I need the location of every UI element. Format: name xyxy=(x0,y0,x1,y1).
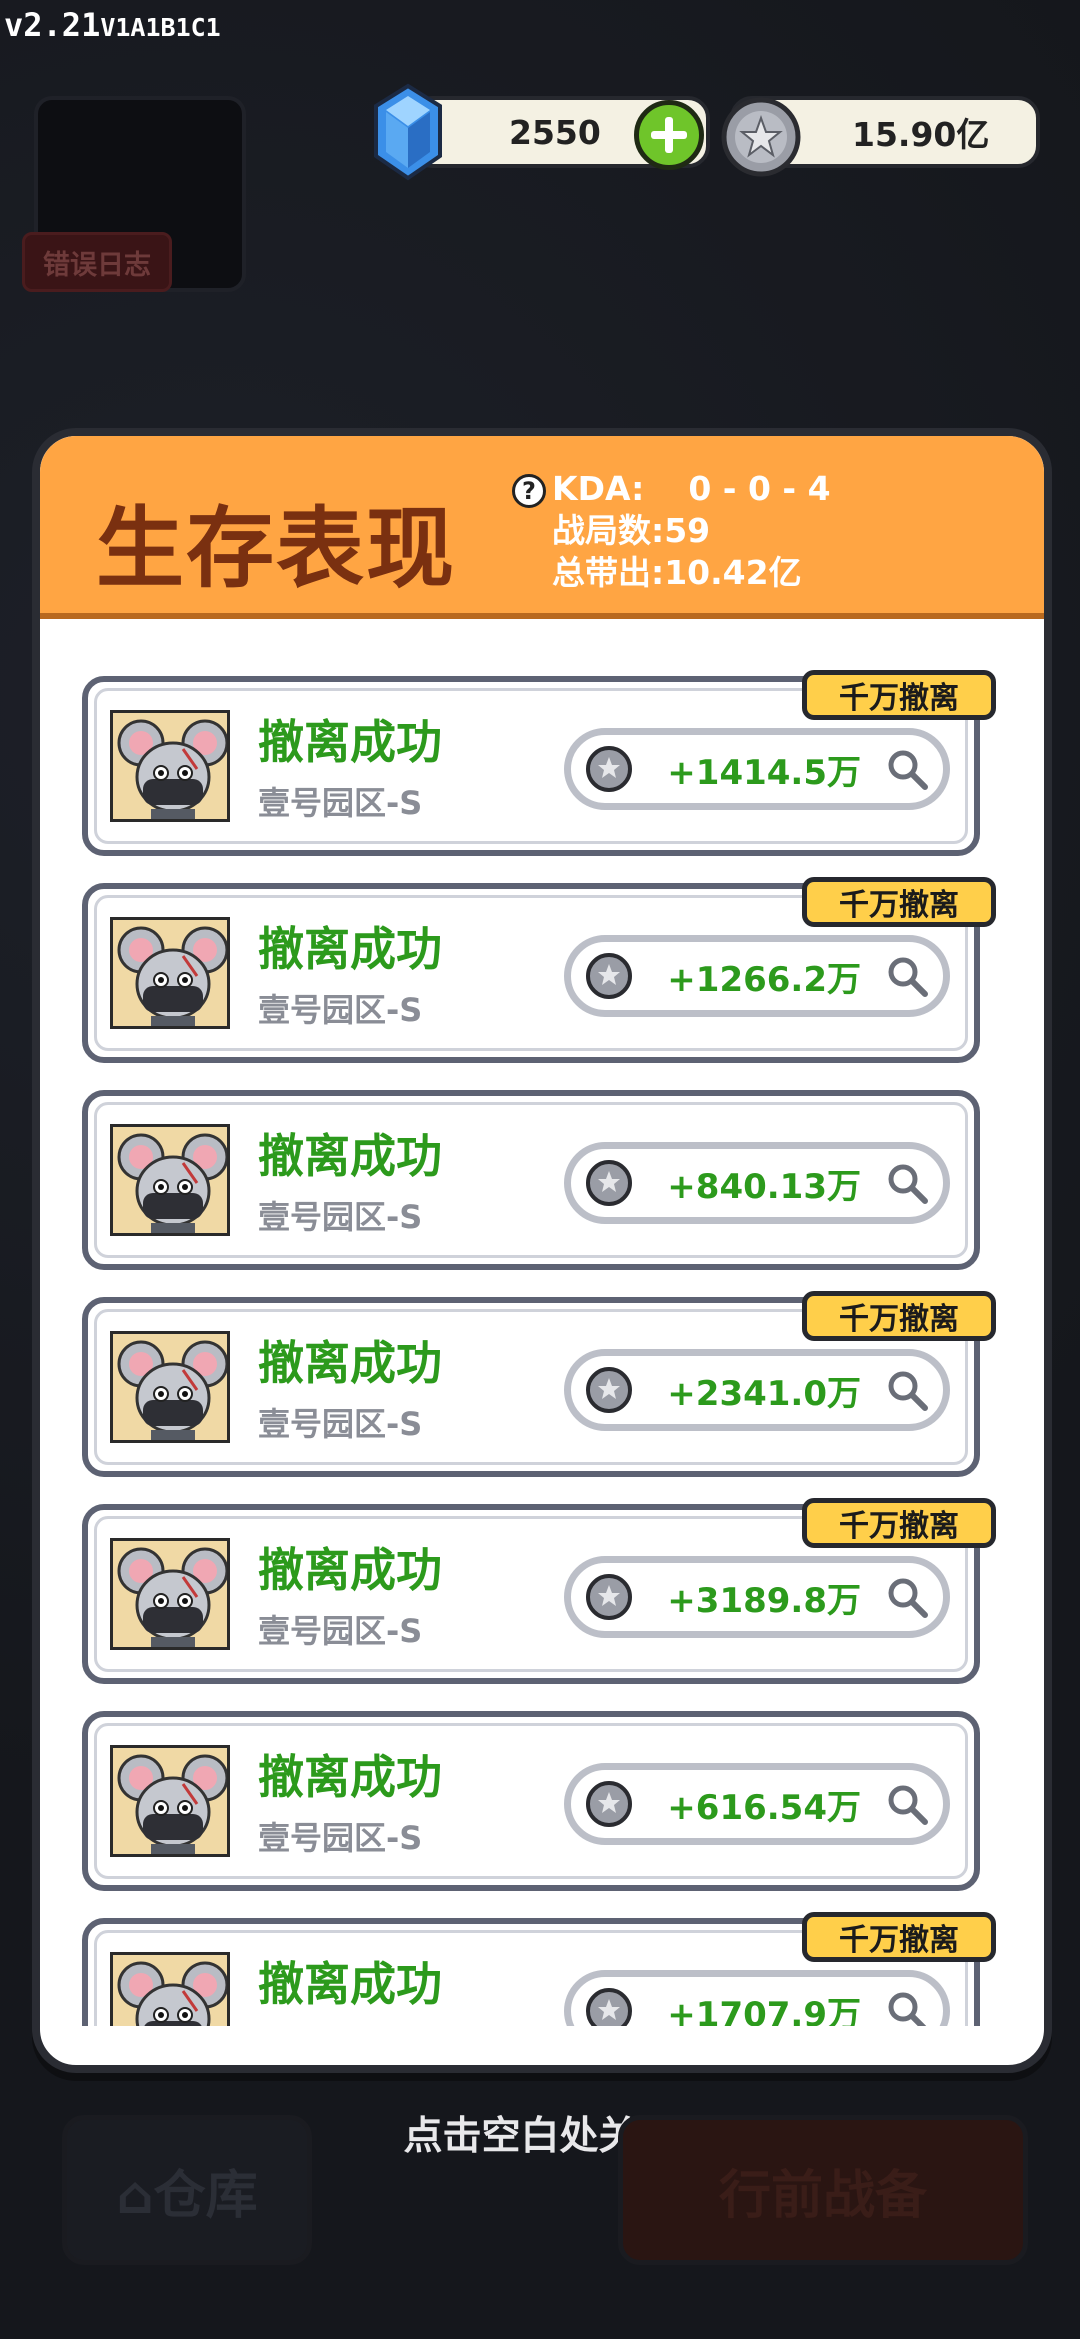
search-icon[interactable] xyxy=(885,1161,929,1205)
ten-million-badge: 千万撤离 xyxy=(802,1912,996,1962)
mouse-avatar-icon xyxy=(117,719,227,819)
matches-value: 59 xyxy=(664,511,711,550)
ten-million-badge: 千万撤离 xyxy=(802,1291,996,1341)
mouse-avatar-icon xyxy=(117,1547,227,1647)
warehouse-button[interactable]: ⌂仓库 xyxy=(62,2115,312,2265)
record-result: 撤离成功 xyxy=(258,1750,442,1804)
record-card[interactable]: 撤离成功 壹号园区-S +2341.0万 千万撤离 xyxy=(82,1291,996,1477)
kda-value: 0 - 0 - 4 xyxy=(688,469,831,508)
record-card[interactable]: 撤离成功 壹号园区-S +3189.8万 千万撤离 xyxy=(82,1498,996,1684)
mouse-avatar-icon xyxy=(117,1133,227,1233)
record-result: 撤离成功 xyxy=(258,1543,442,1597)
mouse-avatar xyxy=(110,710,230,822)
mouse-avatar xyxy=(110,917,230,1029)
record-result: 撤离成功 xyxy=(258,1957,442,2011)
kda-label: KDA: xyxy=(552,469,645,508)
ten-million-badge: 千万撤离 xyxy=(802,877,996,927)
gem-icon xyxy=(374,83,442,181)
mouse-avatar xyxy=(110,1952,230,2026)
record-map: 壹号园区-S xyxy=(258,784,423,822)
record-card[interactable]: 撤离成功 壹号园区-S +1266.2万 千万撤离 xyxy=(82,877,996,1063)
record-map: 壹号园区-S xyxy=(258,1612,423,1650)
survival-performance-modal: 生存表现 ? KDA: 0 - 0 - 4 战局数: 59 总带出: 10.42… xyxy=(32,428,1052,2073)
record-card[interactable]: 撤离成功 +1707.9万 千万撤离 xyxy=(82,1912,996,2026)
search-icon[interactable] xyxy=(885,1989,929,2026)
record-card[interactable]: 撤离成功 壹号园区-S +840.13万 xyxy=(82,1090,980,1270)
record-card[interactable]: 撤离成功 壹号园区-S +1414.5万 千万撤离 xyxy=(82,670,996,856)
mouse-avatar-icon xyxy=(117,1961,227,2026)
amount-box[interactable]: +840.13万 xyxy=(564,1142,950,1224)
mouse-avatar xyxy=(110,1745,230,1857)
add-gems-button[interactable] xyxy=(634,100,704,170)
error-log-button[interactable]: 错误日志 xyxy=(22,232,172,292)
search-icon[interactable] xyxy=(885,1782,929,1826)
help-icon[interactable]: ? xyxy=(512,474,546,508)
modal-header: 生存表现 ? KDA: 0 - 0 - 4 战局数: 59 总带出: 10.42… xyxy=(40,436,1044,619)
matches-label: 战局数: xyxy=(552,511,665,550)
amount-box[interactable]: +1707.9万 xyxy=(564,1970,950,2026)
mouse-avatar xyxy=(110,1124,230,1236)
amount-box[interactable]: +1414.5万 xyxy=(564,728,950,810)
record-map: 壹号园区-S xyxy=(258,1405,423,1443)
coin-balance: 15.90亿 xyxy=(852,115,990,154)
total-value: 10.42亿 xyxy=(664,553,802,592)
search-icon[interactable] xyxy=(885,954,929,998)
mouse-avatar-icon xyxy=(117,1340,227,1440)
record-list[interactable]: 撤离成功 壹号园区-S +1414.5万 千万撤离 撤离成功 壹号园区-S +1… xyxy=(40,626,1044,2026)
mouse-avatar xyxy=(110,1331,230,1443)
amount-box[interactable]: +3189.8万 xyxy=(564,1556,950,1638)
modal-title: 生存表现 xyxy=(96,497,457,600)
record-result: 撤离成功 xyxy=(258,1129,442,1183)
search-icon[interactable] xyxy=(885,1368,929,1412)
search-icon[interactable] xyxy=(885,747,929,791)
version-label: v2.21V1A1B1C1 xyxy=(4,6,221,44)
search-icon[interactable] xyxy=(885,1575,929,1619)
ten-million-badge: 千万撤离 xyxy=(802,1498,996,1548)
record-map: 壹号园区-S xyxy=(258,1819,423,1857)
record-amount: +3189.8万 xyxy=(667,1580,861,1621)
mouse-avatar-icon xyxy=(117,926,227,1026)
record-map: 壹号园区-S xyxy=(258,1198,423,1236)
plus-icon xyxy=(651,117,687,153)
record-result: 撤离成功 xyxy=(258,922,442,976)
record-result: 撤离成功 xyxy=(258,1336,442,1390)
mouse-avatar-icon xyxy=(117,1754,227,1854)
gem-balance: 2550 xyxy=(509,112,601,152)
total-label: 总带出: xyxy=(552,553,665,592)
record-card[interactable]: 撤离成功 壹号园区-S +616.54万 xyxy=(82,1711,980,1891)
amount-box[interactable]: +616.54万 xyxy=(564,1763,950,1845)
record-map: 壹号园区-S xyxy=(258,991,423,1029)
mouse-avatar xyxy=(110,1538,230,1650)
record-amount: +840.13万 xyxy=(667,1166,861,1207)
record-amount: +1707.9万 xyxy=(667,1994,861,2027)
record-result: 撤离成功 xyxy=(258,715,442,769)
coin-icon xyxy=(721,97,801,177)
amount-box[interactable]: +1266.2万 xyxy=(564,935,950,1017)
record-amount: +1414.5万 xyxy=(667,752,861,793)
stats-panel: KDA: 0 - 0 - 4 战局数: 59 总带出: 10.42亿 xyxy=(552,468,831,594)
amount-box[interactable]: +2341.0万 xyxy=(564,1349,950,1431)
record-amount: +1266.2万 xyxy=(667,959,861,1000)
record-amount: +616.54万 xyxy=(667,1787,861,1828)
prepare-button[interactable]: 行前战备 xyxy=(618,2115,1028,2265)
ten-million-badge: 千万撤离 xyxy=(802,670,996,720)
record-amount: +2341.0万 xyxy=(667,1373,861,1414)
